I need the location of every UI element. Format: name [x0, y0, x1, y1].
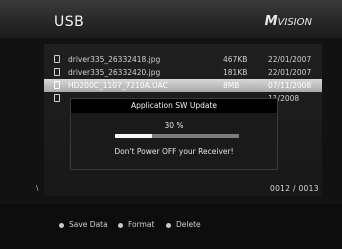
file-counter: 0012 / 0013 [270, 184, 319, 193]
save-data-button[interactable]: Save Data [59, 220, 108, 229]
progress-bar [115, 134, 239, 138]
file-name: HD200C_1107_7210A.UAC [68, 81, 168, 90]
format-icon [118, 222, 123, 228]
delete-icon [166, 222, 171, 228]
file-date: 07/11/2008 [268, 81, 312, 90]
usb-screen: USB MVISION driver335_26332418.jpg 467KB… [0, 0, 342, 249]
format-label: Format [128, 220, 155, 229]
brand-logo: MVISION [265, 14, 312, 29]
progress-fill [115, 134, 153, 138]
file-icon [54, 81, 60, 89]
save-data-label: Save Data [69, 220, 108, 229]
list-indicator: \ [36, 184, 39, 192]
file-size: 181KB [223, 68, 248, 77]
progress-percent: 30 % [164, 121, 184, 130]
file-date: 22/01/2007 [268, 55, 312, 64]
save-data-icon [59, 222, 64, 228]
file-row[interactable]: driver335_26332418.jpg 467KB 22/01/2007 [44, 53, 322, 66]
dialog-title: Application SW Update [71, 99, 277, 113]
logo-mark: M [264, 14, 278, 29]
warning-message: Don't Power OFF your Receiver! [114, 147, 234, 156]
file-row-selected[interactable]: HD200C_1107_7210A.UAC 8MB 07/11/2008 [44, 79, 322, 92]
file-date: 22/01/2007 [268, 68, 312, 77]
header-bar: USB MVISION [0, 0, 342, 38]
page-title: USB [54, 14, 85, 30]
update-dialog: Application SW Update 30 % Don't Power O… [70, 98, 278, 170]
file-icon [54, 55, 60, 63]
file-size: 8MB [223, 81, 240, 90]
footer-bar: Save Data Format Delete [0, 204, 342, 249]
format-button[interactable]: Format [118, 220, 154, 229]
delete-button[interactable]: Delete [166, 220, 201, 229]
file-name: driver335_26332418.jpg [68, 55, 161, 64]
file-row[interactable]: driver335_26332420.jpg 181KB 22/01/2007 [44, 66, 322, 79]
file-name: driver335_26332420.jpg [68, 68, 161, 77]
logo-text: VISION [277, 17, 312, 28]
file-icon [54, 68, 60, 76]
delete-label: Delete [176, 220, 201, 229]
file-size: 467KB [223, 55, 248, 64]
file-icon [54, 94, 60, 102]
